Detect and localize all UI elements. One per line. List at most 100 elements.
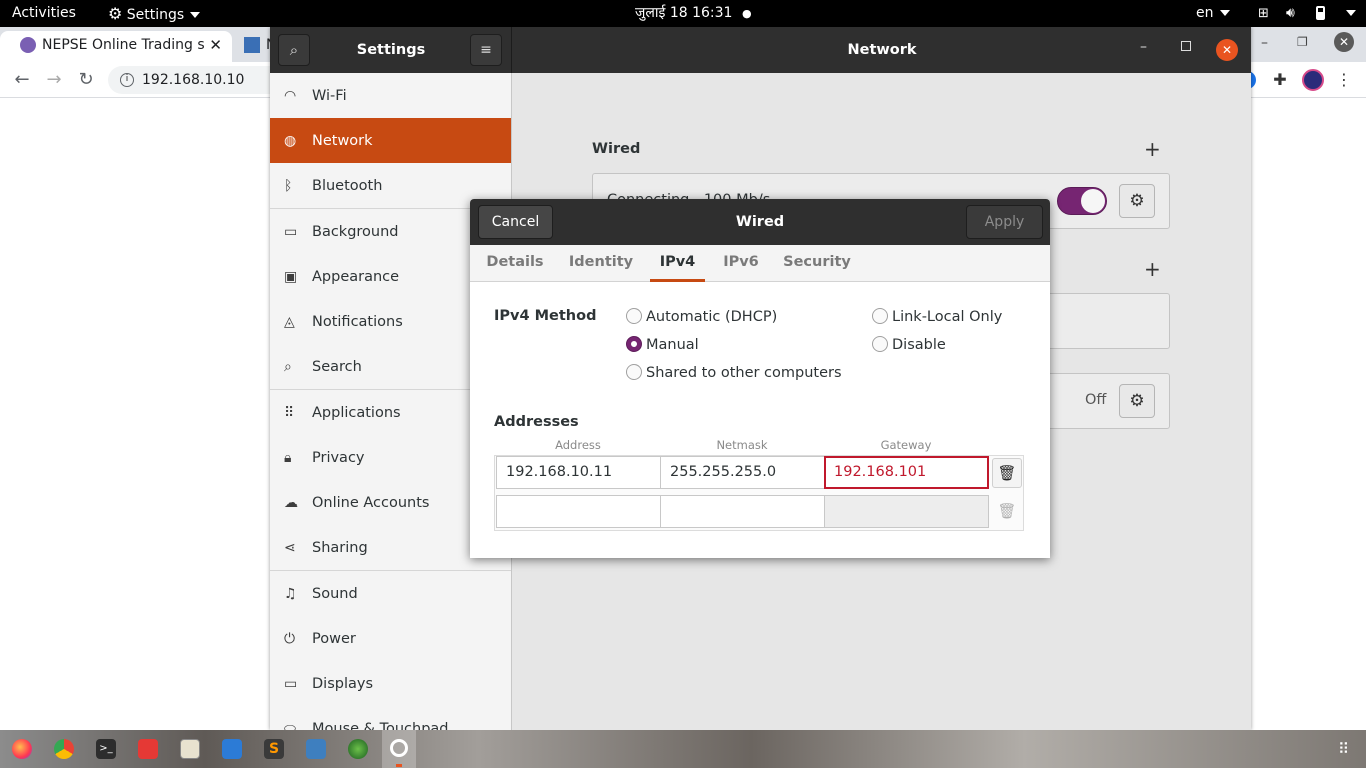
profile-avatar-icon[interactable] [1302, 69, 1324, 91]
bell-icon: ◬ [284, 313, 295, 330]
gateway-field[interactable] [824, 495, 989, 528]
close-window-icon[interactable]: ✕ [1334, 32, 1354, 52]
method-automatic-radio[interactable]: Automatic (DHCP) [626, 308, 777, 328]
volume-icon[interactable]: 🔊︎ [1286, 0, 1295, 27]
search-button[interactable]: ⌕ [278, 34, 310, 66]
notification-dot-icon: ● [742, 7, 752, 20]
battery-icon[interactable] [1316, 0, 1325, 27]
maximize-icon[interactable] [1181, 41, 1191, 51]
trash-icon: 🗑︎ [997, 464, 1017, 482]
netmask-field[interactable]: 255.255.255.0 [660, 456, 825, 489]
show-apps-grid-icon[interactable]: ⠿ [1338, 740, 1349, 758]
hamburger-icon: ≡ [480, 42, 492, 58]
delete-row-button[interactable]: 🗑︎ [992, 497, 1022, 527]
back-icon[interactable]: ← [8, 66, 36, 94]
radio-off-icon [626, 308, 642, 324]
vscode-icon[interactable] [222, 739, 242, 759]
wired-dialog: Cancel Wired Apply Details Identity IPv4… [470, 199, 1050, 558]
chevron-down-icon [1219, 10, 1230, 16]
sidebar-item-label: Search [312, 358, 362, 375]
firefox-icon[interactable] [12, 739, 32, 759]
appearance-icon: ▣ [284, 268, 298, 285]
add-wired-icon[interactable]: + [1144, 137, 1161, 161]
sidebar-item-sound[interactable]: ♫ Sound [270, 571, 511, 616]
minimize-icon[interactable]: – [1140, 39, 1147, 55]
sidebar-item-power[interactable]: ⏻ Power [270, 616, 511, 661]
sidebar-item-label: Notifications [312, 313, 403, 330]
language-indicator[interactable]: en [1196, 0, 1230, 27]
text-editor-icon[interactable] [180, 739, 200, 759]
network-status-icon[interactable]: ⊞ [1258, 0, 1269, 27]
chevron-down-icon [1346, 10, 1356, 16]
settings-app-icon[interactable] [382, 730, 416, 768]
gear-icon: ⚙ [1129, 191, 1145, 211]
system-menu[interactable] [1340, 0, 1356, 27]
clock[interactable]: जुलाई 18 16:31 [635, 0, 732, 27]
close-icon[interactable]: ✕ [1216, 39, 1238, 61]
wifi-icon: ◠ [284, 87, 297, 104]
radio-label: Shared to other computers [646, 365, 842, 381]
address-field[interactable]: 192.168.10.11 [496, 456, 661, 489]
tab-ipv4[interactable]: IPv4 [650, 245, 705, 282]
proxy-settings-button[interactable]: ⚙ [1119, 384, 1155, 418]
wired-toggle[interactable] [1057, 187, 1107, 215]
globe-app-icon[interactable] [348, 739, 368, 759]
reload-icon[interactable]: ↻ [72, 66, 100, 94]
browser-tab[interactable]: N [240, 31, 270, 62]
gear-icon: ⚙ [108, 4, 123, 23]
sidebar-item-mouse-touchpad[interactable]: ⬭ Mouse & Touchpad [270, 706, 511, 731]
chrome-icon[interactable] [54, 739, 74, 759]
method-disable-radio[interactable]: Disable [872, 336, 946, 356]
tab-ipv6[interactable]: IPv6 [716, 245, 766, 282]
netmask-field[interactable] [660, 495, 825, 528]
add-vpn-icon[interactable]: + [1144, 257, 1161, 281]
power-icon: ⏻ [284, 630, 296, 647]
delete-row-button[interactable]: 🗑︎ [992, 458, 1022, 488]
app-menu-label: Settings [126, 7, 185, 23]
anydesk-icon[interactable] [138, 739, 158, 759]
sublime-icon[interactable]: S [264, 739, 284, 759]
address-field[interactable] [496, 495, 661, 528]
menu-button[interactable]: ≡ [470, 34, 502, 66]
puzzle-icon[interactable]: ✚ [1266, 66, 1294, 94]
tab-security[interactable]: Security [778, 245, 856, 282]
column-header-gateway: Gateway [880, 438, 932, 452]
method-link-local-radio[interactable]: Link-Local Only [872, 308, 1002, 328]
gateway-field[interactable]: 192.168.101 [824, 456, 989, 489]
radio-off-icon [872, 308, 888, 324]
sidebar-item-displays[interactable]: ▭ Displays [270, 661, 511, 706]
maximize-icon[interactable]: ❐ [1297, 35, 1308, 49]
settings-headerbar: ⌕ Settings ≡ Network – ✕ [270, 27, 1251, 73]
method-shared-radio[interactable]: Shared to other computers [626, 364, 842, 384]
sidebar-item-label: Privacy [312, 449, 365, 466]
tab-identity[interactable]: Identity [564, 245, 638, 282]
site-favicon [244, 37, 260, 53]
cancel-button[interactable]: Cancel [478, 205, 553, 239]
tab-details[interactable]: Details [480, 245, 550, 282]
share-icon: ⋖ [284, 539, 296, 556]
sidebar-item-label: Network [312, 132, 373, 149]
dialog-title: Wired [735, 214, 785, 230]
radio-label: Link-Local Only [892, 309, 1003, 325]
sidebar-item-label: Online Accounts [312, 494, 430, 511]
method-manual-radio[interactable]: Manual [626, 336, 699, 356]
browser-tab[interactable]: NEPSE Online Trading s ✕ [0, 31, 232, 62]
ipv4-method-label: IPv4 Method [494, 308, 597, 324]
gear-icon: ⚙ [1129, 391, 1145, 411]
info-icon: i [120, 73, 134, 87]
close-icon[interactable]: ✕ [209, 31, 222, 60]
sidebar-item-label: Background [312, 223, 399, 240]
sidebar-item-label: Bluetooth [312, 177, 383, 194]
terminal-icon[interactable]: >_ [96, 739, 116, 759]
activities-button[interactable]: Activities [12, 0, 76, 27]
apply-button[interactable]: Apply [966, 205, 1043, 239]
app-menu[interactable]: ⚙ Settings [108, 0, 201, 27]
browser-tab-title: NEPSE Online Trading s [42, 37, 205, 53]
minimize-icon[interactable]: – [1261, 35, 1268, 51]
sidebar-item-network[interactable]: ◍ Network [270, 118, 511, 163]
sidebar-item-wifi[interactable]: ◠ Wi-Fi [270, 73, 511, 118]
forward-icon[interactable]: → [40, 66, 68, 94]
vpn-app-icon[interactable] [306, 739, 326, 759]
kebab-menu-icon[interactable]: ⋮ [1330, 66, 1358, 94]
wired-settings-button[interactable]: ⚙ [1119, 184, 1155, 218]
